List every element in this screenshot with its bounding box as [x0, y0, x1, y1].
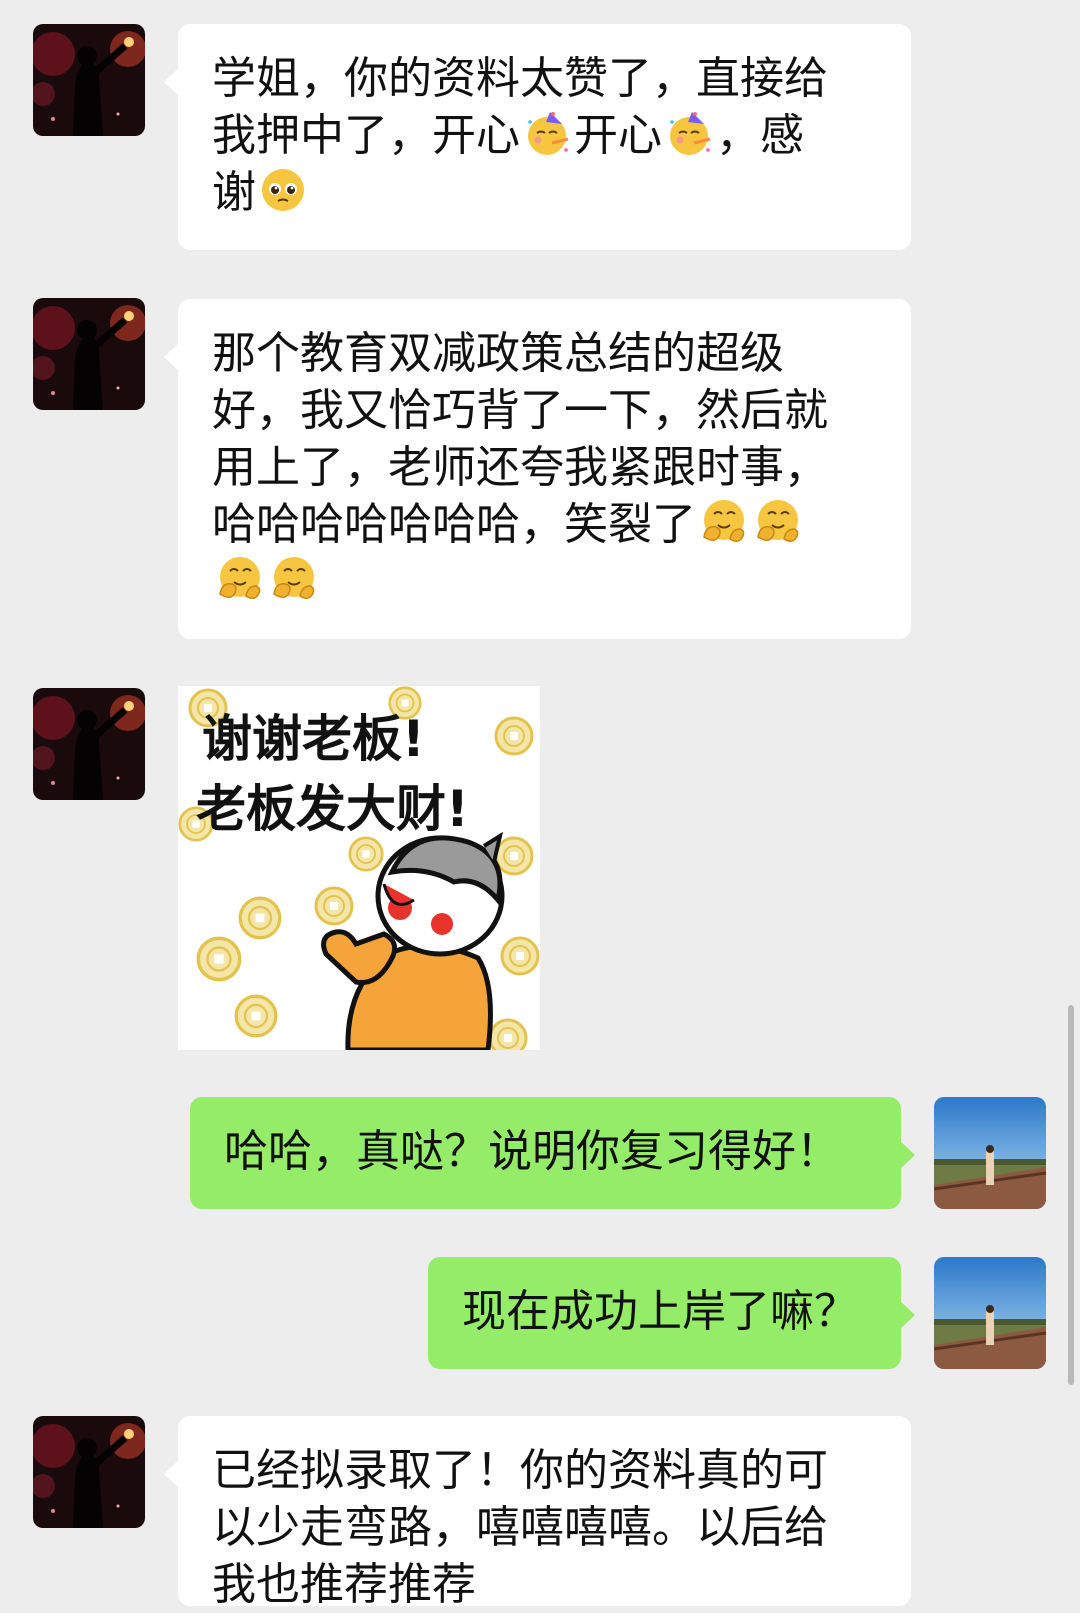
- contact-avatar-image: [33, 24, 145, 136]
- message-text: 已经拟录取了！你的资料真的可 以少走弯路，嘻嘻嘻嘻。以后给 我也推荐推荐: [212, 1445, 828, 1610]
- sticker-caption-line-1: 谢谢老板!: [202, 710, 425, 768]
- contact-avatar[interactable]: [33, 1416, 145, 1528]
- sticker-image[interactable]: 谢谢老板! 老板发大财!: [178, 686, 540, 1050]
- bubble-tail: [900, 1301, 915, 1329]
- contact-avatar[interactable]: [33, 298, 145, 410]
- contact-avatar[interactable]: [33, 24, 145, 136]
- hugging-face-icon: [214, 554, 264, 604]
- contact-avatar-image: [33, 298, 145, 410]
- message-text: 学姐，你的资料太赞了，直接给 我押中了，开心 开心 ，感 谢: [212, 53, 828, 218]
- hugging-face-icon: [698, 497, 748, 547]
- hugging-face-icon: [268, 554, 318, 604]
- bubble-tail: [164, 1460, 179, 1488]
- message-bubble-incoming[interactable]: 那个教育双减政策总结的超级 好，我又恰巧背了一下，然后就 用上了，老师还夸我紧跟…: [164, 299, 911, 639]
- bubble-tail: [164, 343, 179, 371]
- my-avatar-image: [934, 1097, 1046, 1209]
- sticker-caption-line-2: 老板发大财!: [196, 780, 469, 838]
- message-bubble-incoming[interactable]: 已经拟录取了！你的资料真的可 以少走弯路，嘻嘻嘻嘻。以后给 我也推荐推荐: [164, 1416, 911, 1610]
- message-text: 现在成功上岸了嘛？: [462, 1286, 858, 1337]
- contact-avatar-image: [33, 1416, 145, 1528]
- message-bubble-outgoing[interactable]: 哈哈，真哒？说明你复习得好！: [190, 1097, 915, 1209]
- partying-face-icon: [522, 108, 572, 158]
- message-bubble-outgoing[interactable]: 现在成功上岸了嘛？: [428, 1257, 915, 1369]
- my-avatar[interactable]: [934, 1257, 1046, 1369]
- my-avatar-image: [934, 1257, 1046, 1369]
- message-bubble-incoming[interactable]: 学姐，你的资料太赞了，直接给 我押中了，开心 开心 ，感 谢: [164, 24, 911, 250]
- hugging-face-icon: [752, 497, 802, 547]
- contact-avatar[interactable]: [33, 688, 145, 800]
- contact-avatar-image: [33, 688, 145, 800]
- message-text: 那个教育双减政策总结的超级 好，我又恰巧背了一下，然后就 用上了，老师还夸我紧跟…: [212, 325, 881, 610]
- partying-face-icon: [664, 108, 714, 158]
- bubble-tail: [164, 68, 179, 96]
- my-avatar[interactable]: [934, 1097, 1046, 1209]
- scrollbar[interactable]: [1068, 1005, 1074, 1385]
- pleading-face-icon: [258, 165, 308, 215]
- message-text: 哈哈，真哒？说明你复习得好！: [224, 1126, 840, 1177]
- bubble-tail: [900, 1141, 915, 1169]
